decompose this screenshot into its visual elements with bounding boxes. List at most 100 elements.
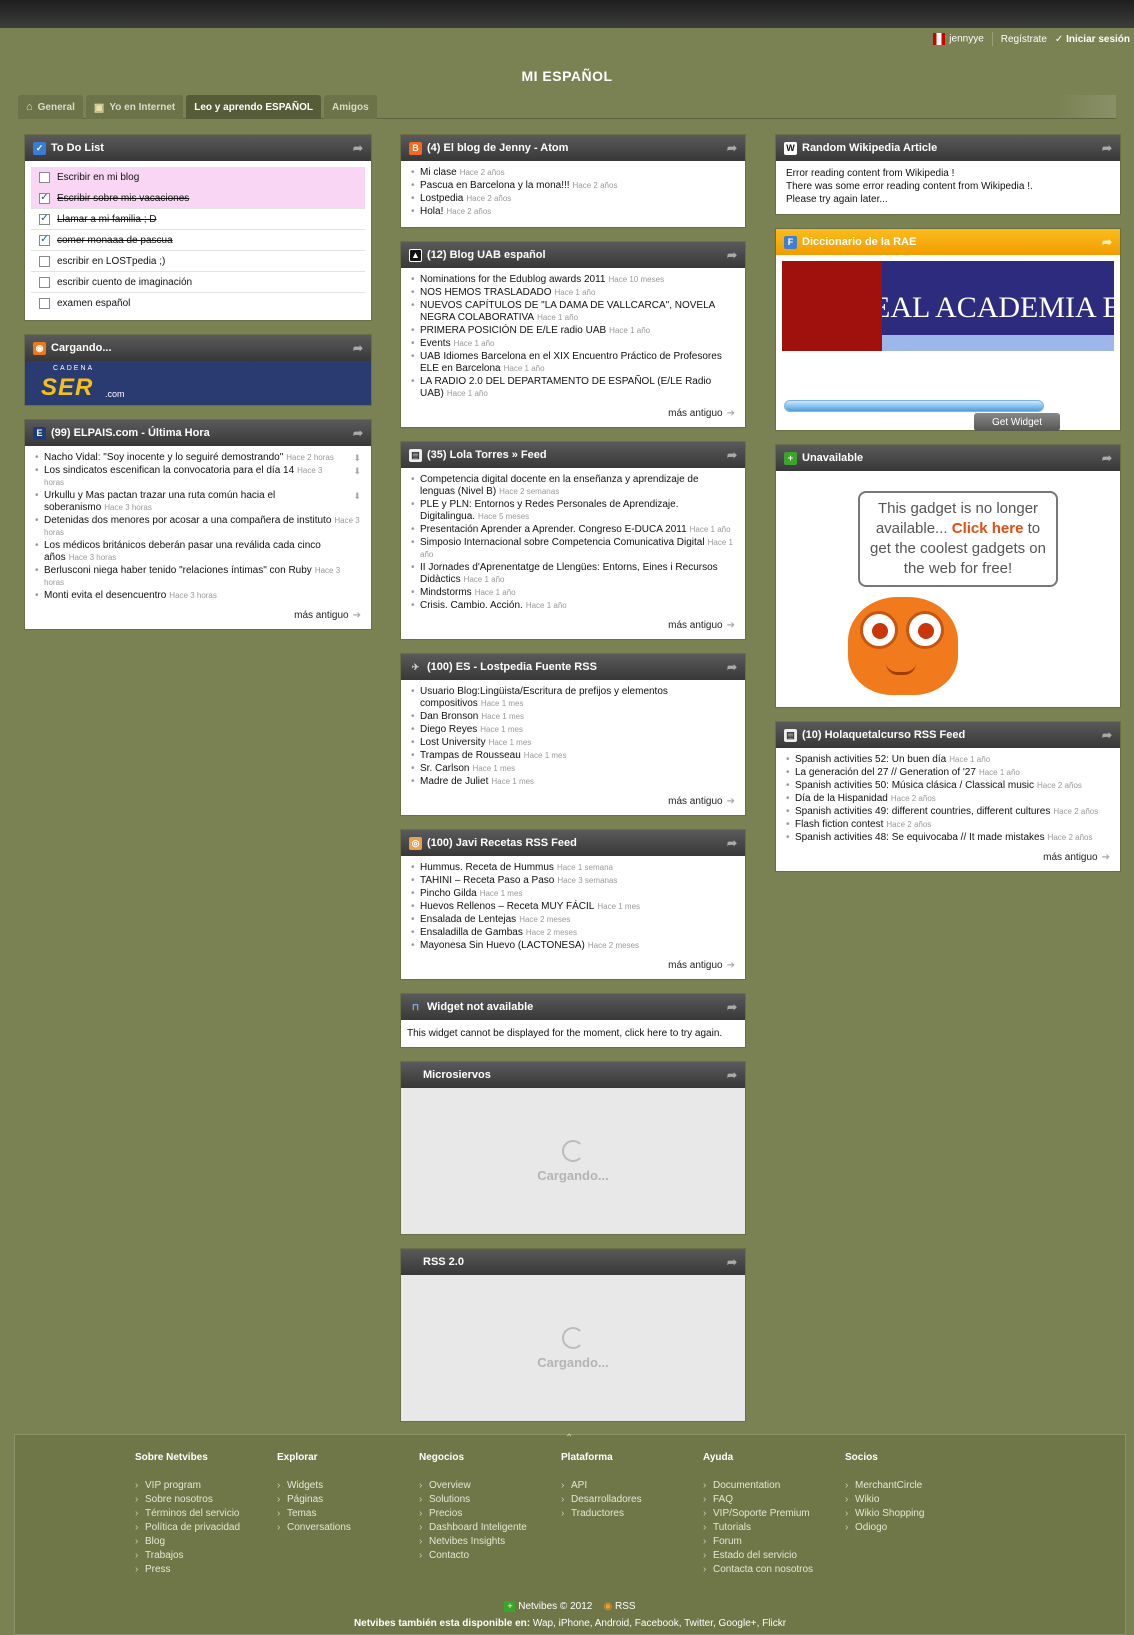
feed-item[interactable]: Pincho GildaHace 1 mes xyxy=(411,888,735,900)
feed-item[interactable]: Competencia digital docente en la enseña… xyxy=(411,474,735,498)
user-link[interactable]: jennyye xyxy=(933,33,984,45)
widget-header[interactable]: ◎ (100) Javi Recetas RSS Feed ➦ xyxy=(401,830,745,856)
feed-item-title[interactable]: Ensalada de Lentejas xyxy=(420,914,516,925)
download-icon[interactable]: ⬇ xyxy=(353,490,361,502)
footer-link[interactable]: Overview xyxy=(419,1479,561,1493)
feed-item-title[interactable]: Berlusconi niega haber tenido "relacione… xyxy=(44,565,312,576)
feed-item-title[interactable]: Los sindicatos escenifican la convocator… xyxy=(44,465,294,476)
feed-item-title[interactable]: PRIMERA POSICIÓN DE E/LE radio UAB xyxy=(420,325,606,336)
feed-item[interactable]: Los sindicatos escenifican la convocator… xyxy=(35,465,361,489)
widget-header[interactable]: E (99) ELPAIS.com - Última Hora ➦ xyxy=(25,420,371,446)
feed-item[interactable]: MindstormsHace 1 año xyxy=(411,587,735,599)
chevron-up-icon[interactable]: ⌃ xyxy=(565,1433,573,1444)
feed-item-title[interactable]: Presentación Aprender a Aprender. Congre… xyxy=(420,524,687,535)
feed-item[interactable]: II Jornades d'Aprenentatge de Llengües: … xyxy=(411,562,735,586)
footer-link[interactable]: MerchantCircle xyxy=(845,1479,987,1493)
footer-link[interactable]: Traductores xyxy=(561,1507,703,1521)
retry-message[interactable]: This widget cannot be displayed for the … xyxy=(401,1020,745,1047)
feed-item[interactable]: TAHINI – Receta Paso a PasoHace 3 semana… xyxy=(411,875,735,887)
feed-item-title[interactable]: Mayonesa Sin Huevo (LACTONESA) xyxy=(420,940,585,951)
rae-banner[interactable]: REAL ACADEMIA E xyxy=(782,261,1114,351)
feed-item[interactable]: Berlusconi niega haber tenido "relacione… xyxy=(35,565,361,589)
footer-link[interactable]: Estado del servicio xyxy=(703,1549,845,1563)
feed-item-title[interactable]: Huevos Rellenos – Receta MUY FÁCIL xyxy=(420,901,594,912)
feed-item[interactable]: UAB Idiomes Barcelona en el XIX Encuentr… xyxy=(411,351,735,375)
download-icon[interactable]: ⬇ xyxy=(353,465,361,477)
widget-header[interactable]: B (4) El blog de Jenny - Atom ➦ xyxy=(401,135,745,161)
feed-item[interactable]: Spanish activities 50: Música clásica / … xyxy=(786,780,1110,792)
widget-header[interactable]: ◉ Cargando... ➦ xyxy=(25,335,371,361)
feed-item[interactable]: Día de la HispanidadHace 2 años xyxy=(786,793,1110,805)
footer-link[interactable]: Trabajos xyxy=(135,1549,277,1563)
feed-item-title[interactable]: Diego Reyes xyxy=(420,724,477,735)
feed-item-title[interactable]: Spanish activities 48: Se equivocaba // … xyxy=(795,832,1045,843)
feed-item-title[interactable]: Pincho Gilda xyxy=(420,888,477,899)
feed-item[interactable]: Diego ReyesHace 1 mes xyxy=(411,724,735,736)
share-icon[interactable]: ➦ xyxy=(727,1000,737,1014)
widget-header[interactable]: ✓ To Do List ➦ xyxy=(25,135,371,161)
feed-item[interactable]: PLE y PLN: Entornos y Redes Personales d… xyxy=(411,499,735,523)
more-link[interactable]: más antiguo ➔ xyxy=(411,960,735,971)
feed-item-title[interactable]: TAHINI – Receta Paso a Paso xyxy=(420,875,554,886)
feed-item[interactable]: Monti evita el desencuentroHace 3 horas xyxy=(35,590,361,602)
todo-item[interactable]: ✓ comer monaaa de pascua xyxy=(31,230,365,251)
feed-item-title[interactable]: Día de la Hispanidad xyxy=(795,793,888,804)
todo-checkbox[interactable] xyxy=(39,276,50,288)
copyright-text[interactable]: Netvibes © 2012 xyxy=(518,1601,592,1612)
login-link[interactable]: ✓ Iniciar sesión xyxy=(1055,34,1130,45)
feed-item[interactable]: Lost UniversityHace 1 mes xyxy=(411,737,735,749)
todo-item[interactable]: Escribir en mi blog xyxy=(31,167,365,188)
footer-link[interactable]: Wikio Shopping xyxy=(845,1507,987,1521)
feed-item-title[interactable]: Competencia digital docente en la enseña… xyxy=(420,474,699,497)
feed-item[interactable]: EventsHace 1 año xyxy=(411,338,735,350)
feed-item[interactable]: Simposio Internacional sobre Competencia… xyxy=(411,537,735,561)
share-icon[interactable]: ➦ xyxy=(353,341,363,355)
footer-link[interactable]: Temas xyxy=(277,1507,419,1521)
feed-item-title[interactable]: Spanish activities 50: Música clásica / … xyxy=(795,780,1034,791)
more-link[interactable]: más antiguo ➔ xyxy=(786,852,1110,863)
feed-item-title[interactable]: Madre de Juliet xyxy=(420,776,488,787)
footer-link[interactable]: Solutions xyxy=(419,1493,561,1507)
feed-item[interactable]: Spanish activities 49: different countri… xyxy=(786,806,1110,818)
widget-header[interactable]: + Unavailable ➦ xyxy=(776,445,1120,471)
todo-checkbox[interactable] xyxy=(39,298,50,309)
share-icon[interactable]: ➦ xyxy=(1102,451,1112,465)
platform-links[interactable]: Wap, iPhone, Android, Facebook, Twitter,… xyxy=(533,1618,786,1629)
more-link[interactable]: más antiguo ➔ xyxy=(411,408,735,419)
feed-item[interactable]: Madre de JulietHace 1 mes xyxy=(411,776,735,788)
feed-item-title[interactable]: UAB Idiomes Barcelona en el XIX Encuentr… xyxy=(420,351,722,374)
footer-link[interactable]: Documentation xyxy=(703,1479,845,1493)
share-icon[interactable]: ➦ xyxy=(1102,141,1112,155)
feed-item[interactable]: NUEVOS CAPÍTULOS DE "LA DAMA DE VALLCARC… xyxy=(411,300,735,324)
feed-item-title[interactable]: Dan Bronson xyxy=(420,711,478,722)
footer-link[interactable]: Sobre nosotros xyxy=(135,1493,277,1507)
todo-checkbox[interactable]: ✓ xyxy=(39,213,50,225)
feed-item-title[interactable]: Ensaladilla de Gambas xyxy=(420,927,523,938)
feed-item[interactable]: Los médicos británicos deberán pasar una… xyxy=(35,540,361,564)
footer-link[interactable]: Contacto xyxy=(419,1549,561,1563)
todo-item[interactable]: ✓ Escribir sobre mis vacaciones xyxy=(31,188,365,209)
widget-header[interactable]: F Diccionario de la RAE ➦ xyxy=(776,229,1120,255)
register-link[interactable]: Regístrate xyxy=(1001,34,1047,45)
tab-yo-en-internet[interactable]: ▣ Yo en Internet xyxy=(85,95,184,119)
widget-header[interactable]: ✈ (100) ES - Lostpedia Fuente RSS ➦ xyxy=(401,654,745,680)
feed-item[interactable]: Huevos Rellenos – Receta MUY FÁCILHace 1… xyxy=(411,901,735,913)
feed-item-title[interactable]: Events xyxy=(420,338,451,349)
feed-item-title[interactable]: Pascua en Barcelona y la mona!!! xyxy=(420,180,570,191)
share-icon[interactable]: ➦ xyxy=(727,448,737,462)
feed-item[interactable]: LA RADIO 2.0 DEL DEPARTAMENTO DE ESPAÑOL… xyxy=(411,376,735,400)
footer-link[interactable]: Press xyxy=(135,1563,277,1577)
tab-leo-y-aprendo[interactable]: Leo y aprendo ESPAÑOL xyxy=(186,95,321,119)
share-icon[interactable]: ➦ xyxy=(1102,235,1112,249)
widget-header[interactable]: RSS 2.0 ➦ xyxy=(401,1249,745,1275)
feed-item[interactable]: NOS HEMOS TRASLADADOHace 1 año xyxy=(411,287,735,299)
feed-item[interactable]: Ensaladilla de GambasHace 2 meses xyxy=(411,927,735,939)
feed-item-title[interactable]: Monti evita el desencuentro xyxy=(44,590,166,601)
footer-link[interactable]: Odiogo xyxy=(845,1521,987,1535)
tab-general[interactable]: ⌂ General xyxy=(18,95,83,119)
todo-checkbox[interactable] xyxy=(39,171,50,183)
widget-header[interactable]: W Random Wikipedia Article ➦ xyxy=(776,135,1120,161)
feed-item[interactable]: Hola!Hace 2 años xyxy=(411,206,735,218)
feed-item-title[interactable]: La generación del 27 // Generation of '2… xyxy=(795,767,976,778)
footer-link[interactable]: Términos del servicio xyxy=(135,1507,277,1521)
